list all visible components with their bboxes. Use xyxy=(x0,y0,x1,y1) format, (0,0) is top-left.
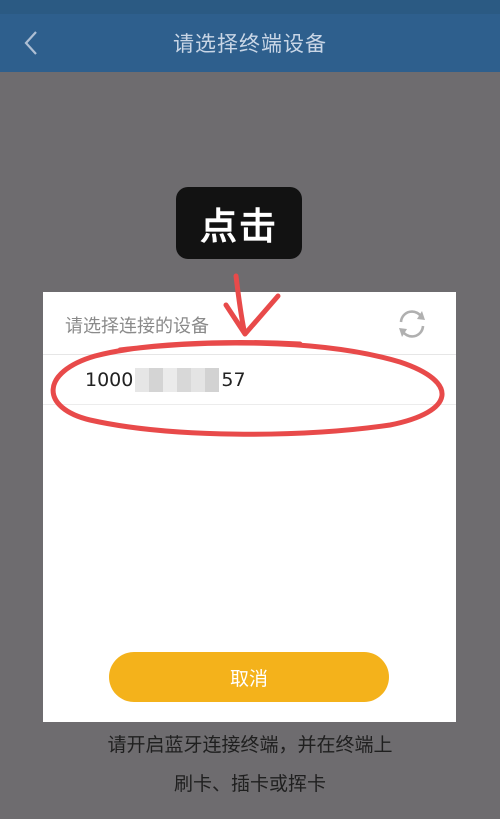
dialog-header: 请选择连接的设备 xyxy=(43,292,456,355)
status-bar xyxy=(0,0,500,14)
device-list-item[interactable]: 1000 57 xyxy=(43,354,456,405)
device-id-prefix: 1000 xyxy=(85,369,134,391)
chevron-left-icon xyxy=(24,31,37,55)
click-annotation-label: 点击 xyxy=(176,187,302,259)
bluetooth-hint: 请开启蓝牙连接终端，并在终端上 刷卡、插卡或挥卡 xyxy=(0,726,500,804)
nav-bar: 请选择终端设备 xyxy=(0,14,500,72)
hint-line-1: 请开启蓝牙连接终端，并在终端上 xyxy=(107,734,393,756)
cancel-button[interactable]: 取消 xyxy=(109,652,389,702)
refresh-icon xyxy=(399,310,425,338)
refresh-button[interactable] xyxy=(395,307,429,341)
hint-line-2: 刷卡、插卡或挥卡 xyxy=(173,773,326,795)
dialog-title: 请选择连接的设备 xyxy=(65,316,209,337)
page-title: 请选择终端设备 xyxy=(173,32,327,56)
device-id-suffix: 57 xyxy=(221,369,246,391)
redacted-block xyxy=(135,368,220,392)
back-button[interactable] xyxy=(14,24,48,62)
device-id: 1000 57 xyxy=(85,368,246,392)
device-select-dialog: 请选择连接的设备 1000 57 取消 xyxy=(43,292,456,722)
